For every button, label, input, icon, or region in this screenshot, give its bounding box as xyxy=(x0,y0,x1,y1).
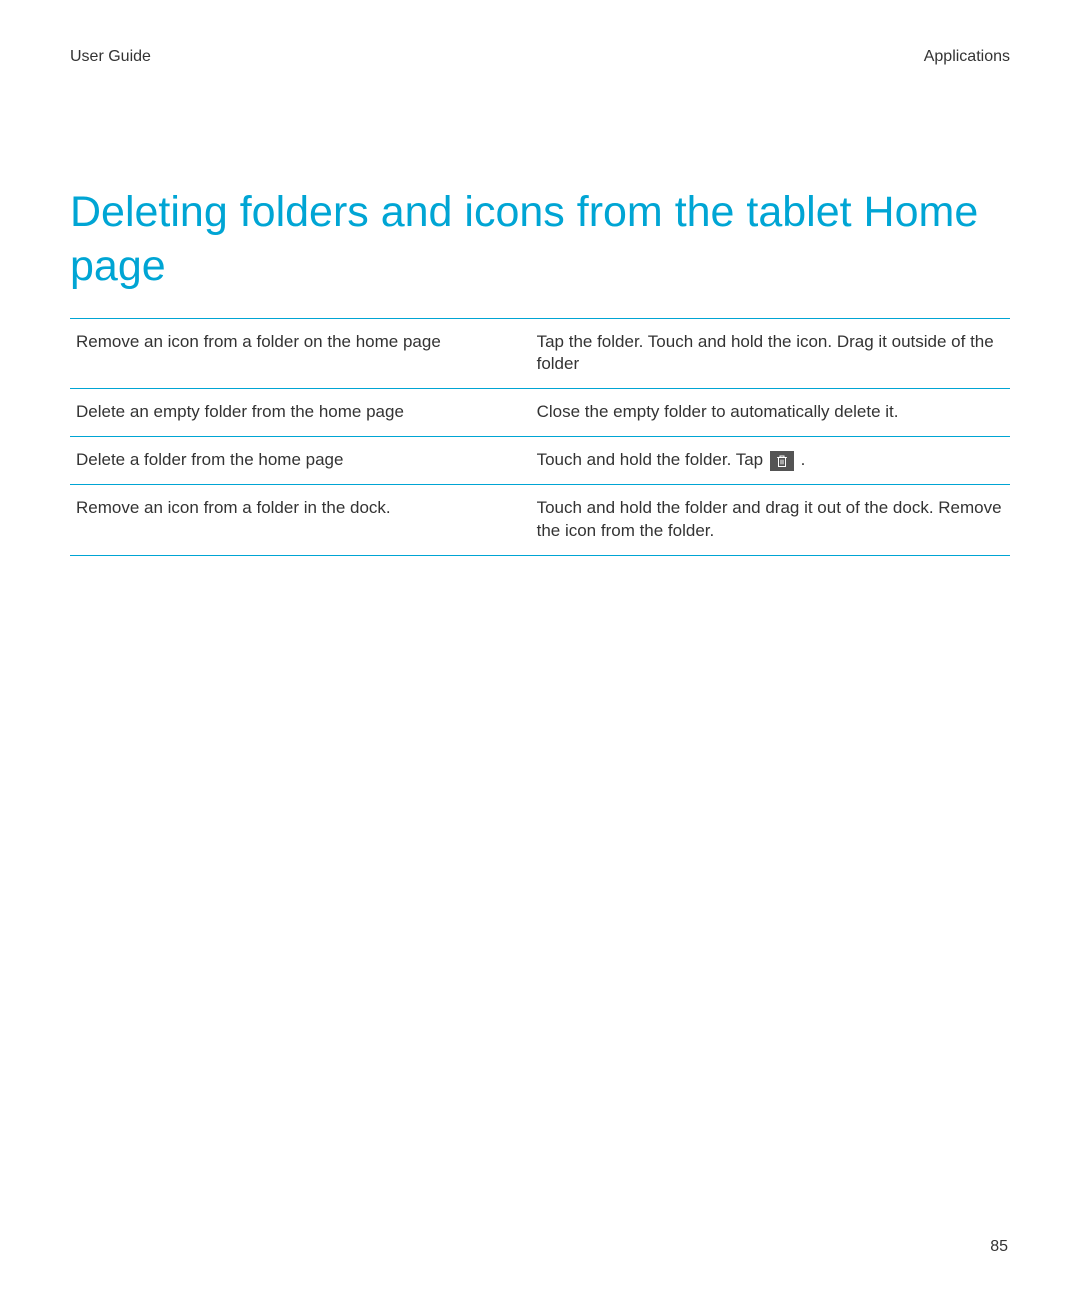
document-page: User Guide Applications Deleting folders… xyxy=(0,0,1080,1296)
row-action: Delete an empty folder from the home pag… xyxy=(70,389,531,437)
table-row: Remove an icon from a folder in the dock… xyxy=(70,485,1010,556)
page-number: 85 xyxy=(990,1238,1008,1256)
row-description: Close the empty folder to automatically … xyxy=(531,389,1010,437)
table-row: Delete a folder from the home page Touch… xyxy=(70,437,1010,485)
row-action: Delete a folder from the home page xyxy=(70,437,531,485)
row-text-after: . xyxy=(801,450,806,469)
row-description: Touch and hold the folder and drag it ou… xyxy=(531,485,1010,556)
table-row: Delete an empty folder from the home pag… xyxy=(70,389,1010,437)
row-action: Remove an icon from a folder in the dock… xyxy=(70,485,531,556)
row-action: Remove an icon from a folder on the home… xyxy=(70,318,531,389)
row-description: Tap the folder. Touch and hold the icon.… xyxy=(531,318,1010,389)
row-text-before: Touch and hold the folder. Tap xyxy=(537,450,768,469)
row-description: Touch and hold the folder. Tap . xyxy=(531,437,1010,485)
header-right: Applications xyxy=(924,48,1010,66)
header-left: User Guide xyxy=(70,48,151,66)
table-row: Remove an icon from a folder on the home… xyxy=(70,318,1010,389)
page-title: Deleting folders and icons from the tabl… xyxy=(70,186,1010,294)
page-header: User Guide Applications xyxy=(70,48,1010,66)
trash-icon xyxy=(770,451,794,471)
instructions-table: Remove an icon from a folder on the home… xyxy=(70,318,1010,557)
